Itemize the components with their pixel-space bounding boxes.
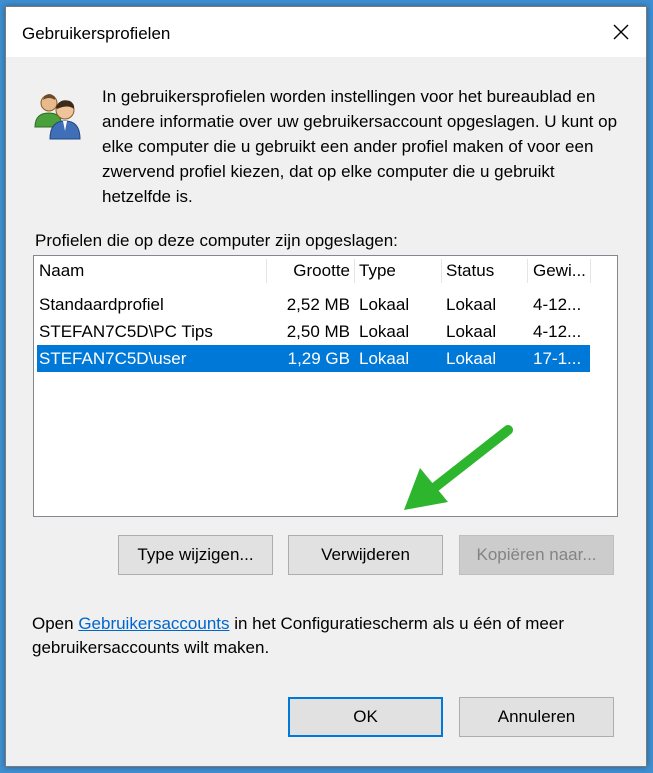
delete-button[interactable]: Verwijderen <box>288 535 443 575</box>
profile-type: Lokaal <box>359 322 410 341</box>
column-header-size[interactable]: Grootte <box>274 256 350 286</box>
table-row[interactable]: Standaardprofiel 2,52 MB Lokaal Lokaal 4… <box>37 291 590 318</box>
column-header-modified[interactable]: Gewi... <box>533 256 589 286</box>
column-header-type[interactable]: Type <box>359 256 439 286</box>
column-header-status[interactable]: Status <box>446 256 526 286</box>
profile-type: Lokaal <box>359 295 410 314</box>
profile-status: Lokaal <box>446 295 497 314</box>
profile-name: STEFAN7C5D\user <box>39 349 187 368</box>
column-separator[interactable] <box>441 259 442 283</box>
close-icon <box>613 24 629 40</box>
column-separator[interactable] <box>266 259 267 283</box>
profile-name: STEFAN7C5D\PC Tips <box>39 322 213 341</box>
user-profiles-dialog: Gebruikersprofielen In gebruikersprofiel… <box>5 6 647 767</box>
profile-status: Lokaal <box>446 322 497 341</box>
profile-modified: 17-1... <box>533 349 582 368</box>
title-bar: Gebruikersprofielen <box>6 7 646 57</box>
profile-type: Lokaal <box>359 349 410 368</box>
copy-to-button[interactable]: Kopiëren naar... <box>459 535 614 575</box>
window-title: Gebruikersprofielen <box>22 24 171 43</box>
footer-text: Open Gebruikersaccounts in het Configura… <box>32 612 622 660</box>
cancel-button[interactable]: Annuleren <box>459 697 614 737</box>
column-separator[interactable] <box>527 259 528 283</box>
table-row[interactable]: STEFAN7C5D\PC Tips 2,50 MB Lokaal Lokaal… <box>37 318 590 345</box>
column-separator[interactable] <box>590 259 591 283</box>
users-icon <box>34 94 81 140</box>
column-header-name[interactable]: Naam <box>39 256 259 286</box>
profile-modified: 4-12... <box>533 322 582 341</box>
ok-button[interactable]: OK <box>288 697 443 737</box>
profiles-list[interactable]: Naam Grootte Type Status Gewi... Standaa… <box>33 255 618 517</box>
profile-status: Lokaal <box>446 349 497 368</box>
table-row-selected[interactable]: STEFAN7C5D\user 1,29 GB Lokaal Lokaal 17… <box>37 345 590 372</box>
footer-text-before: Open <box>32 614 79 633</box>
profile-size: 1,29 GB <box>287 349 350 368</box>
list-header: Naam Grootte Type Status Gewi... <box>34 256 617 286</box>
profile-size: 2,52 MB <box>286 295 350 314</box>
profile-modified: 4-12... <box>533 295 582 314</box>
profile-size: 2,50 MB <box>286 322 350 341</box>
user-accounts-link[interactable]: Gebruikersaccounts <box>78 614 229 633</box>
profile-name: Standaardprofiel <box>39 295 164 314</box>
column-separator[interactable] <box>354 259 355 283</box>
intro-text: In gebruikersprofielen worden instelling… <box>102 87 618 206</box>
close-button[interactable] <box>596 7 646 57</box>
change-type-button[interactable]: Type wijzigen... <box>118 535 273 575</box>
profiles-list-label: Profielen die op deze computer zijn opge… <box>35 231 398 250</box>
